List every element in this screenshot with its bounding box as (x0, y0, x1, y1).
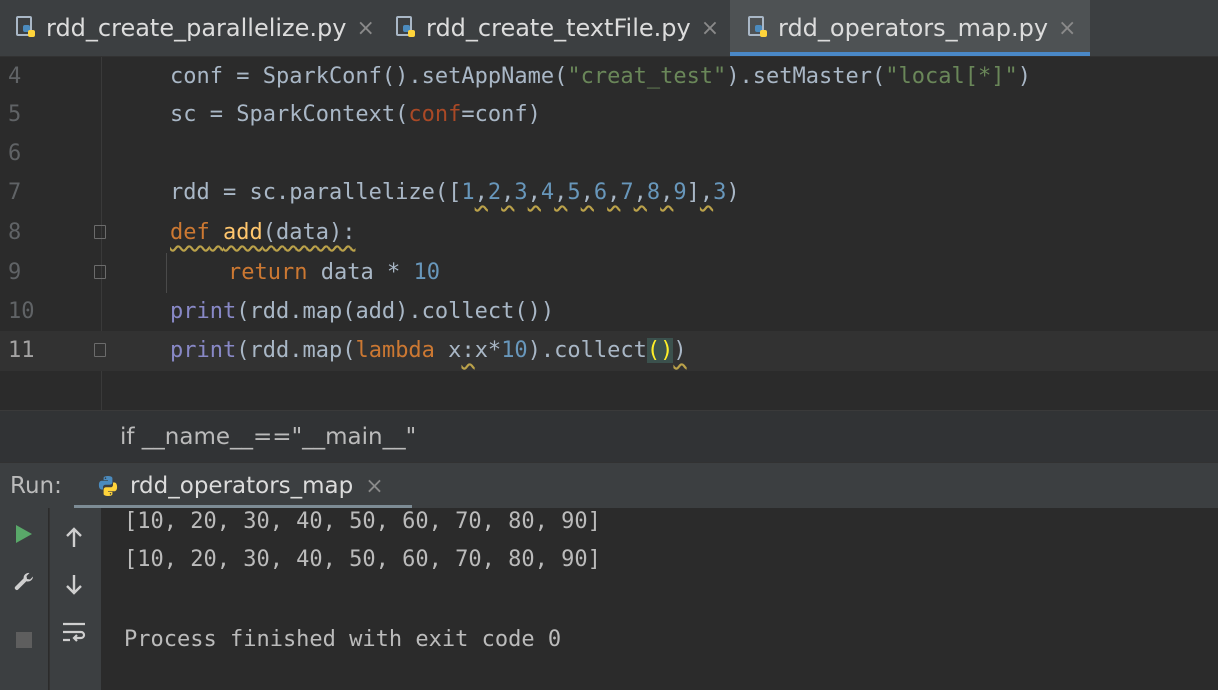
code-text: print(rdd.map(lambda x:x*10).collect()) (170, 338, 687, 363)
run-toolbar-right (49, 508, 101, 690)
stop-icon[interactable] (4, 620, 44, 660)
tab-rdd-create-parallelize[interactable]: rdd_create_parallelize.py × (16, 0, 375, 56)
code-line[interactable]: 5 sc = SparkContext(conf=conf) (0, 95, 1218, 135)
line-number: 6 (8, 141, 22, 166)
close-icon[interactable]: × (365, 474, 383, 499)
soft-wrap-icon[interactable] (54, 612, 94, 652)
breadcrumb-item[interactable]: if __name__=="__main__" (120, 411, 416, 463)
code-text: def add(data): (170, 220, 356, 245)
console-output-line: [10, 20, 30, 40, 50, 60, 70, 80, 90] (124, 547, 601, 572)
code-text: print(rdd.map(add).collect()) (170, 299, 555, 324)
code-editor[interactable]: 4 conf = SparkConf().setAppName("creat_t… (0, 57, 1218, 410)
line-number: 10 (8, 299, 35, 324)
tab-label: rdd_operators_map.py (778, 14, 1049, 42)
run-panel-label: Run: (10, 473, 62, 499)
fold-marker-icon[interactable] (94, 225, 106, 239)
fold-marker-icon[interactable] (94, 265, 106, 279)
fold-marker-icon[interactable] (94, 343, 106, 357)
line-number: 9 (8, 260, 22, 285)
run-panel-header: Run: rdd_operators_map × (0, 462, 1218, 509)
tab-label: rdd_create_textFile.py (426, 14, 691, 42)
wrench-icon[interactable] (4, 562, 44, 602)
line-number: 5 (8, 102, 22, 127)
line-number: 4 (8, 64, 22, 89)
python-file-icon (16, 16, 38, 40)
python-file-icon (396, 16, 418, 40)
editor-tab-bar: rdd_create_parallelize.py × rdd_create_t… (0, 0, 1218, 57)
code-text: return data * 10 (228, 260, 440, 285)
rerun-icon[interactable] (4, 514, 44, 554)
code-text: sc = SparkContext(conf=conf) (170, 102, 541, 127)
tab-label: rdd_create_parallelize.py (46, 14, 347, 42)
tab-rdd-operators-map[interactable]: rdd_operators_map.py × (730, 0, 1091, 56)
code-text: rdd = sc.parallelize([1,2,3,4,5,6,7,8,9]… (170, 180, 740, 205)
arrow-down-icon[interactable] (54, 564, 94, 604)
line-number: 7 (8, 180, 22, 205)
arrow-up-icon[interactable] (54, 518, 94, 558)
close-icon[interactable]: × (701, 16, 719, 41)
line-number: 11 (8, 338, 35, 363)
line-number: 8 (8, 220, 22, 245)
run-toolbar-left (0, 508, 48, 690)
close-icon[interactable]: × (356, 16, 374, 41)
breadcrumb[interactable]: if __name__=="__main__" (0, 410, 1218, 463)
run-tab-rdd-operators-map[interactable]: rdd_operators_map × (74, 463, 412, 509)
close-icon[interactable]: × (1058, 16, 1076, 41)
code-line[interactable]: 6 (0, 134, 1218, 174)
console-output-line: Process finished with exit code 0 (124, 627, 562, 652)
run-tab-label: rdd_operators_map (130, 473, 354, 499)
tab-rdd-create-textfile[interactable]: rdd_create_textFile.py × (396, 0, 719, 56)
run-console[interactable]: [10, 20, 30, 40, 50, 60, 70, 80, 90] [10… (0, 508, 1218, 690)
python-file-icon (748, 16, 770, 40)
code-line[interactable]: 4 conf = SparkConf().setAppName("creat_t… (0, 57, 1218, 97)
code-line[interactable]: 7 rdd = sc.parallelize([1,2,3,4,5,6,7,8,… (0, 173, 1218, 213)
console-output-line: [10, 20, 30, 40, 50, 60, 70, 80, 90] (124, 509, 601, 534)
code-line-current[interactable]: 11 print(rdd.map(lambda x:x*10).collect(… (0, 331, 1218, 371)
code-text: conf = SparkConf().setAppName("creat_tes… (170, 64, 1031, 89)
code-line[interactable]: 9 return data * 10 (0, 253, 1218, 293)
python-icon (98, 476, 118, 496)
code-line[interactable]: 8 def add(data): (0, 213, 1218, 253)
code-line[interactable]: 10 print(rdd.map(add).collect()) (0, 292, 1218, 332)
